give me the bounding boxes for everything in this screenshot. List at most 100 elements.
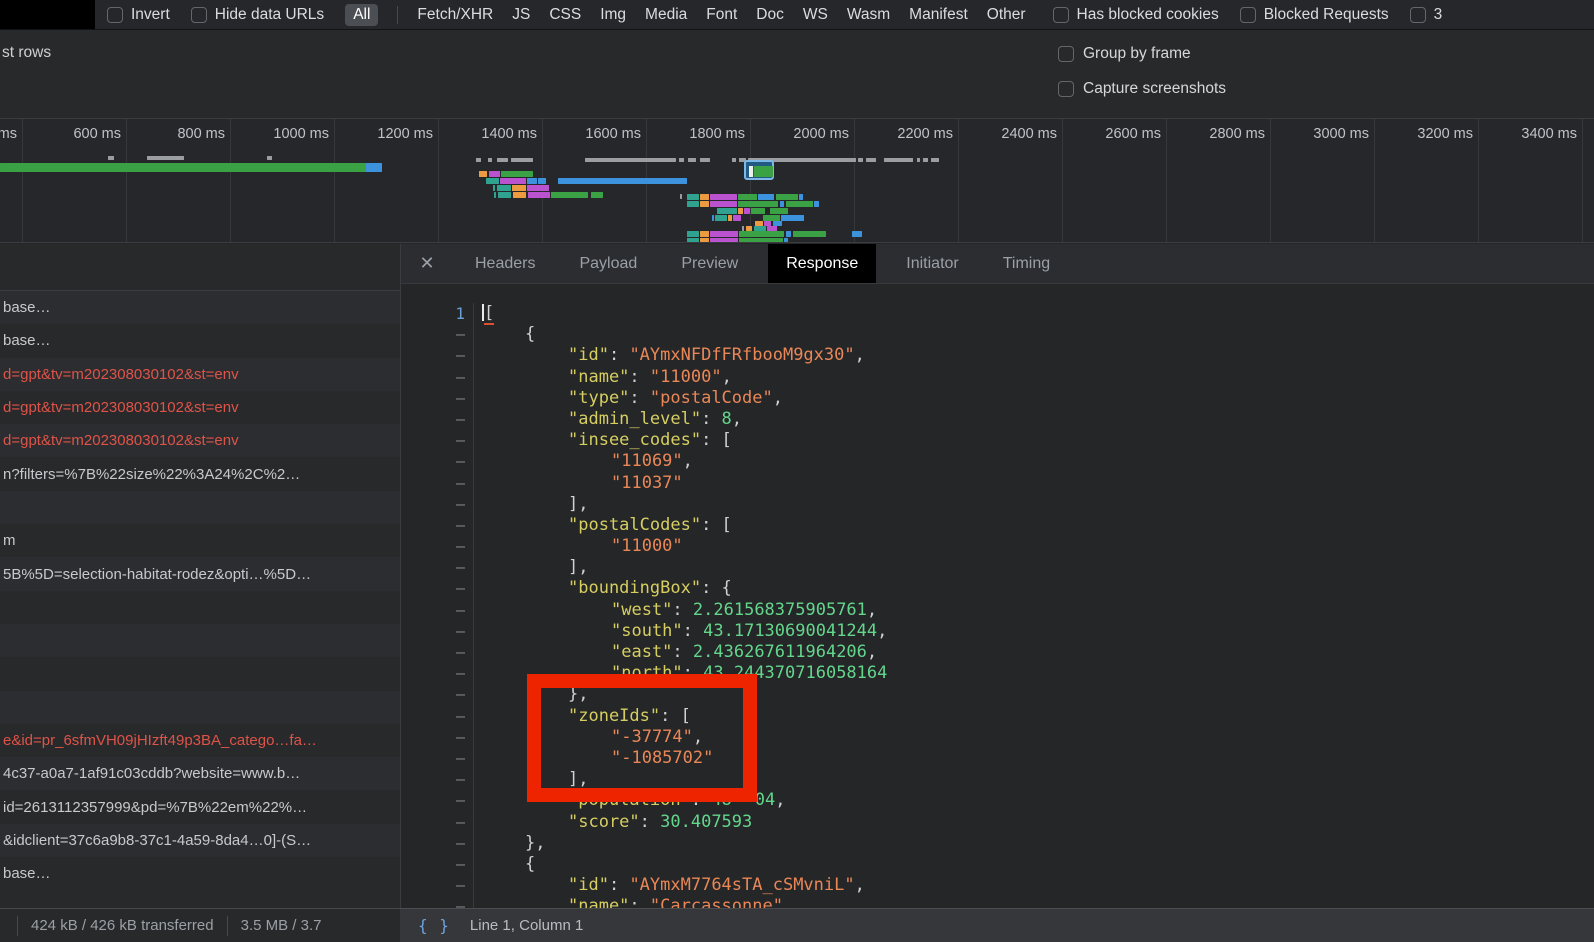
response-json-viewer[interactable]: 1[–{–"id": "AYmxNFDfFRfbooM9gx30",–"name… [401,285,1594,908]
waterfall-bar [679,158,684,162]
network-overview-timeline[interactable]: ms600 ms800 ms1000 ms1200 ms1400 ms1600 … [0,118,1594,243]
tab-headers[interactable]: Headers [460,244,550,283]
filter-type-fetch-xhr[interactable]: Fetch/XHR [417,6,493,24]
request-row[interactable]: d=gpt&tv=m202308030102&st=env [0,358,400,391]
detail-tabs: Headers Payload Preview Response Initiator Ti… [453,244,1072,283]
filter-bar-cutoff-region [0,0,95,29]
code-line: –"admin_level": 8, [401,409,1594,430]
time-tick-label: 2000 ms [749,126,849,142]
request-row[interactable] [0,624,400,657]
request-row[interactable]: e&id=pr_6sfmVH09jHIzft49p3BA_catego…fa… [0,724,400,757]
pretty-print-icon[interactable]: { } [418,916,450,935]
time-tick-label: 800 ms [125,126,225,142]
invert-checkbox[interactable] [107,7,123,23]
filter-type-wasm[interactable]: Wasm [847,6,890,24]
wrap-marker: – [401,812,474,833]
filter-type-other[interactable]: Other [987,6,1026,24]
time-tick-label: 3400 ms [1477,126,1577,142]
filter-type-font[interactable]: Font [706,6,737,24]
request-row[interactable]: 5B%5D=selection-habitat-rodez&opti…%5D… [0,557,400,590]
json-token: : [609,875,629,895]
time-tick-label: ms [0,126,17,142]
json-token: "score" [568,812,640,832]
filter-type-js[interactable]: JS [512,6,530,24]
waterfall-bar [781,215,804,221]
request-row[interactable]: id=2613112357999&pd=%7B%22em%22%… [0,790,400,823]
group-by-frame-label: Group by frame [1083,45,1191,63]
request-row[interactable]: base… [0,291,400,324]
filter-type-ws[interactable]: WS [803,6,828,24]
network-filter-bar: Invert Hide data URLs All Fetch/XHR JS CSS I… [0,0,1594,30]
json-token: "type" [568,388,629,408]
capture-screenshots-setting[interactable]: Capture screenshots [1058,80,1226,98]
filter-type-css[interactable]: CSS [549,6,581,24]
wrap-marker: – [401,600,474,621]
waterfall-bar [493,185,495,191]
invert-filter[interactable]: Invert [107,6,170,24]
request-row[interactable] [0,691,400,724]
json-token: , [877,621,887,641]
waterfall-bar [267,156,272,160]
wrap-marker: – [401,748,474,769]
waterfall-bar [751,208,765,214]
request-row[interactable]: base… [0,324,400,357]
json-token: [ [484,303,494,325]
waterfall-bar [498,192,511,198]
request-row[interactable]: n?filters=%7B%22size%22%3A24%2C%2… [0,457,400,490]
capture-screenshots-checkbox[interactable] [1058,81,1074,97]
request-row[interactable]: m [0,524,400,557]
waterfall-bar [744,208,750,214]
tab-payload[interactable]: Payload [564,244,652,283]
tab-initiator[interactable]: Initiator [891,244,973,283]
json-token: 43.17130690041244 [703,621,877,641]
waterfall-bar [700,158,710,162]
filter-type-media[interactable]: Media [645,6,687,24]
blocked-requests-checkbox[interactable] [1240,7,1256,23]
json-token: 2.436267611964206 [693,642,867,662]
request-row[interactable] [0,591,400,624]
has-blocked-cookies-filter[interactable]: Has blocked cookies [1053,6,1219,24]
selected-request-highlight[interactable] [744,160,774,180]
network-summary-bar: 424 kB / 426 kB transferred 3.5 MB / 3.7 [0,908,400,942]
waterfall-bar [108,156,114,160]
group-by-frame-setting[interactable]: Group by frame [1058,45,1226,63]
close-icon[interactable]: ✕ [401,244,453,283]
json-token: "insee_codes" [568,430,701,450]
filter-type-manifest[interactable]: Manifest [909,6,968,24]
third-party-checkbox[interactable] [1410,7,1426,23]
waterfall-bar [776,194,798,200]
tab-response[interactable]: Response [768,244,876,283]
request-row[interactable]: base… [0,857,400,890]
request-rows-label: st rows [2,44,51,62]
request-row[interactable]: d=gpt&tv=m202308030102&st=env [0,391,400,424]
waterfall-bar [528,192,550,198]
filter-type-doc[interactable]: Doc [756,6,784,24]
tab-timing[interactable]: Timing [988,244,1065,283]
request-row[interactable] [0,491,400,524]
json-token: "postalCodes" [568,515,701,535]
waterfall-bar [715,215,727,221]
wrap-marker: – [401,473,474,494]
group-by-frame-checkbox[interactable] [1058,46,1074,62]
third-party-filter[interactable]: 3 [1410,6,1443,24]
request-detail-pane: ✕ Headers Payload Preview Response Initiator… [400,244,1594,908]
waterfall-bar [700,238,709,242]
filter-type-all[interactable]: All [345,4,378,26]
json-token: "west" [611,600,672,620]
time-tick-label: 2400 ms [957,126,1057,142]
waterfall-bar [799,194,803,200]
has-blocked-cookies-checkbox[interactable] [1053,7,1069,23]
tab-preview[interactable]: Preview [666,244,753,283]
waterfall-bar [738,201,778,207]
request-row[interactable]: 4c37-a0a7-1af91c03cddb?website=www.b… [0,757,400,790]
request-row[interactable] [0,657,400,690]
hide-data-urls-filter[interactable]: Hide data URLs [191,6,324,24]
time-tick-label: 1600 ms [541,126,641,142]
request-row[interactable]: &idclient=37c6a9b8-37c1-4a59-8da4…0]-(S… [0,824,400,857]
request-row[interactable]: d=gpt&tv=m202308030102&st=env [0,424,400,457]
blocked-requests-filter[interactable]: Blocked Requests [1240,6,1389,24]
hide-data-urls-checkbox[interactable] [191,7,207,23]
waterfall-bar [786,231,791,237]
waterfall-bar [511,158,533,162]
filter-type-img[interactable]: Img [600,6,626,24]
